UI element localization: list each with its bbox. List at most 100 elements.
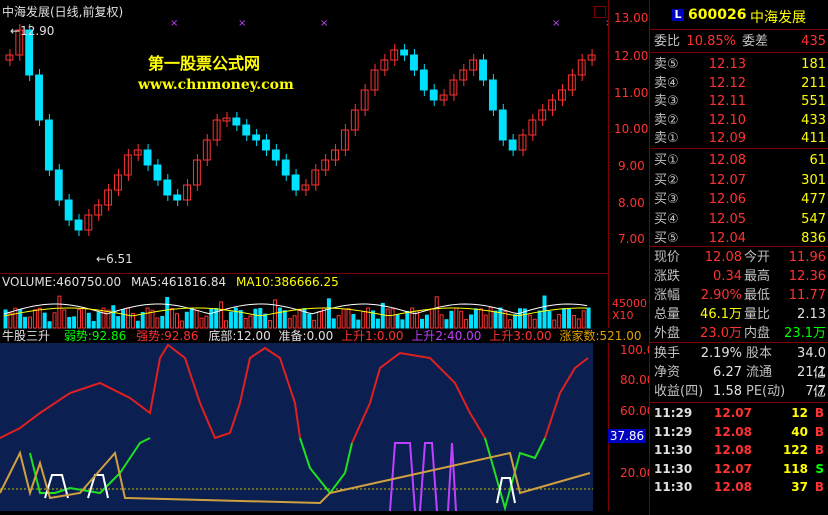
tick-side: B [814,480,824,495]
ask-row[interactable]: 卖⑤ 12.13 181 [650,55,828,75]
stat-label: 今开 [744,250,771,265]
stat-label: PE(动) [746,384,786,399]
bid-label: 买② [654,172,679,188]
ask-label: 卖① [654,131,679,147]
stat-row: 总量 46.1万 量比 2.13 [650,305,828,325]
stat-value: 12.36 [788,269,826,284]
indicator-legend: 牛股三升 弱势:92.86 强势:92.86 底部:12.00 准备:0.00 … [2,329,642,343]
ask-row[interactable]: 卖④ 12.12 211 [650,74,828,94]
candle-body [577,59,586,76]
stat-row: 涨跌 0.34 最高 12.36 [650,267,828,287]
ask-row[interactable]: 卖② 12.10 433 [650,111,828,131]
divider [650,342,828,343]
volume-bar [165,296,170,329]
stat-value: 2.19% [700,346,742,361]
stat-label: 换手 [654,346,681,361]
ask-row[interactable]: 卖① 12.09 411 [650,129,828,149]
zoom-box-icon[interactable] [594,6,606,18]
purple-line [447,442,457,511]
tick-row: 11:30 12.07 118 S [650,460,828,478]
volume-bar [385,308,390,329]
stat-label: 现价 [654,250,681,265]
tick-price: 12.08 [714,480,752,495]
candle-body [242,124,251,136]
red-line [0,343,301,440]
weibi-row: 委比 10.85% 委差 435 [654,34,826,49]
tick-time: 11:30 [654,480,693,495]
candle-body [281,159,290,176]
watermark-title: 第一股票公式网 [148,54,261,73]
ask-label: 卖④ [654,75,679,91]
volume-pane[interactable]: VOLUME:460750.00 MA5:461816.84 MA10:3866… [0,273,608,329]
bid-row[interactable]: 买③ 12.06 477 [650,190,828,210]
candle-body [35,74,43,121]
stat-value: 0.34 [713,269,742,284]
price-tick: 11.00 [614,86,649,100]
price-tick: 9.00 [618,159,645,173]
tick-row: 11:30 12.08 122 B [650,441,828,459]
white-line [87,474,109,499]
ask-row[interactable]: 卖③ 12.11 551 [650,92,828,112]
volume-bar [140,311,145,329]
candle-body [44,119,53,171]
candle-body [429,89,438,101]
bid-row[interactable]: 买④ 12.05 547 [650,210,828,230]
stock-name: 中海发展 [750,10,806,26]
stat-value: 23.0万 [700,326,742,341]
price-pane[interactable]: ××××× 中海发展(日线,前复权) ←12.90 ←6.51 第一股票公式网 … [0,0,608,273]
stat-label: 最低 [744,288,771,303]
quote-panel: L 600026 中海发展 委比 10.85% 委差 435 卖⑤ 12.13 18… [649,0,828,515]
divider [650,52,828,53]
stat-label: 总量 [654,307,681,322]
candle-body [163,179,172,196]
tick-row: 11:29 12.07 12 B [650,404,828,422]
kline-chart-area[interactable]: ××××× 中海发展(日线,前复权) ←12.90 ←6.51 第一股票公式网 … [0,0,662,515]
volume-bar [493,310,498,329]
volume-bar [513,314,518,329]
tick-volume: 122 [782,443,808,458]
ask-volume: 181 [801,57,826,72]
candle-body [252,134,261,141]
volume-bar [478,308,483,329]
price-tick: 8.00 [618,196,645,210]
volume-bar [121,309,126,329]
volume-bar [175,313,179,329]
volume-bar [77,309,81,329]
stat-label: 量比 [744,307,771,322]
bid-row[interactable]: 买① 12.08 61 [650,151,828,171]
indicator-chart[interactable] [0,343,593,511]
bid-label: 买④ [654,211,679,227]
candle-body [400,49,409,56]
volume-bar [145,307,150,329]
volume-bar [459,310,464,329]
ask-price: 12.09 [708,131,746,147]
candle-body [380,59,389,71]
volume-bar [586,307,591,329]
ask-price: 12.13 [708,57,746,72]
volume-bar [228,311,233,329]
volume-bar [297,308,302,329]
stock-code: 600026 [688,7,747,23]
indicator-pane[interactable] [0,343,593,511]
tick-volume: 118 [782,461,808,476]
bid-label: 买① [654,153,679,168]
volume-bar [346,308,351,329]
bid-row[interactable]: 买② 12.07 301 [650,171,828,191]
tick-volume: 37 [791,480,808,495]
volume-bar [317,311,322,329]
level2-badge[interactable]: L [672,9,684,21]
volume-bar [219,301,224,329]
stat-row: 外盘 23.0万 内盘 23.1万 [650,324,828,344]
stat-label: 涨跌 [654,269,681,284]
divider [650,402,828,403]
divider [650,29,828,30]
stat-value: 11.96 [788,250,826,265]
volume-bar [498,307,503,329]
volume-unit: X10 [612,309,634,322]
volume-bar [547,311,552,329]
price-tick: 13.00 [614,11,649,25]
volume-bar [96,312,101,329]
candle-body [153,164,162,181]
stat-label: 涨幅 [654,288,681,303]
tick-time: 11:29 [654,406,693,420]
